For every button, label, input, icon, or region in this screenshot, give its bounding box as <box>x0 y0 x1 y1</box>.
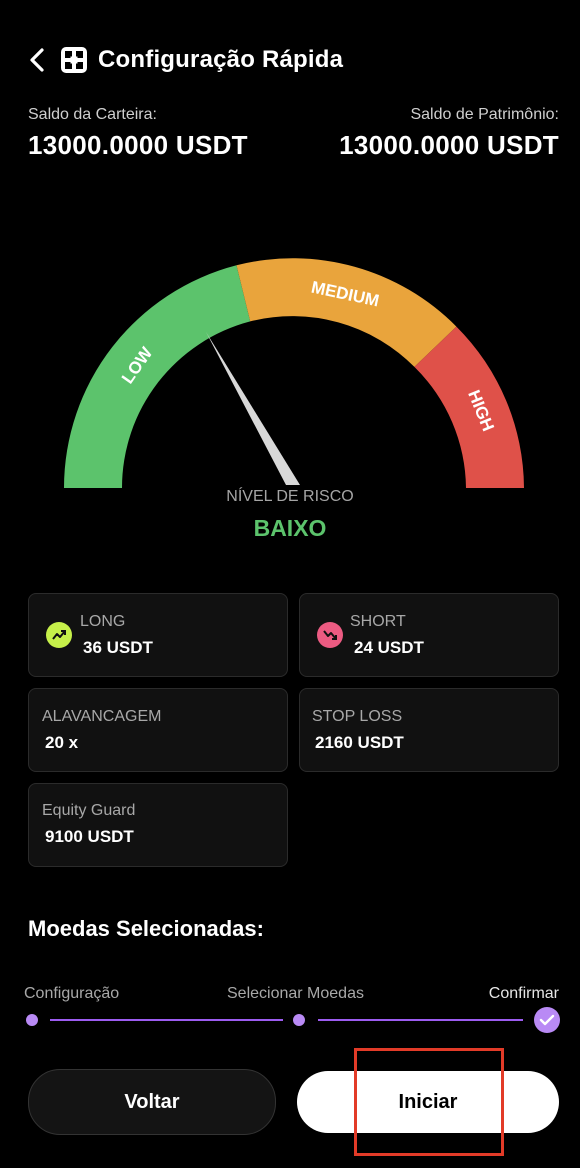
gauge-needle <box>206 332 300 485</box>
step-connector-1 <box>50 1019 283 1021</box>
risk-level-value: BAIXO <box>253 515 327 541</box>
equity-guard-label: Equity Guard <box>42 802 136 819</box>
leverage-value: 20 x <box>45 733 79 752</box>
dice-logo-icon <box>60 46 88 74</box>
step-label-confirm: Confirmar <box>488 985 559 1002</box>
leverage-label: ALAVANCAGEM <box>42 708 162 725</box>
risk-level-label: NÍVEL DE RISCO <box>226 488 354 505</box>
short-value: 24 USDT <box>354 638 424 657</box>
long-card: LONG 36 USDT <box>28 593 288 677</box>
long-value: 36 USDT <box>83 638 153 657</box>
stop-loss-value: 2160 USDT <box>315 733 404 752</box>
step-label-config: Configuração <box>24 985 120 1002</box>
selected-coins-title: Moedas Selecionadas: <box>28 916 264 941</box>
page-title: Configuração Rápida <box>98 46 344 73</box>
step-label-select-coins: Selecionar Moedas <box>227 985 364 1002</box>
risk-gauge: LOW MEDIUM HIGH <box>64 258 524 488</box>
header: Configuração Rápida <box>28 40 343 80</box>
short-label: SHORT <box>350 613 406 630</box>
equity-balance-value: 13000.0000 USDT <box>339 130 559 160</box>
trend-up-icon <box>46 622 72 648</box>
stop-loss-label: STOP LOSS <box>312 708 403 725</box>
gauge-segment-medium <box>236 258 457 367</box>
check-icon[interactable] <box>534 1007 560 1033</box>
leverage-card: ALAVANCAGEM 20 x <box>28 688 288 772</box>
equity-guard-value: 9100 USDT <box>45 827 134 846</box>
wallet-balance-value: 13000.0000 USDT <box>28 130 248 160</box>
highlight-box <box>354 1048 504 1156</box>
gauge-segment-low <box>64 265 251 488</box>
back-button[interactable]: Voltar <box>28 1069 276 1135</box>
step-connector-2 <box>318 1019 523 1021</box>
wallet-balance-label: Saldo da Carteira: <box>28 106 157 123</box>
back-arrow-icon[interactable] <box>28 44 52 76</box>
step-dot-config[interactable] <box>26 1014 38 1026</box>
trend-down-icon <box>317 622 343 648</box>
short-card: SHORT 24 USDT <box>299 593 559 677</box>
equity-balance-label: Saldo de Patrimônio: <box>410 106 559 123</box>
long-label: LONG <box>80 613 126 630</box>
equity-guard-card: Equity Guard 9100 USDT <box>28 783 288 867</box>
stop-loss-card: STOP LOSS 2160 USDT <box>299 688 559 772</box>
step-dot-select-coins[interactable] <box>293 1014 305 1026</box>
